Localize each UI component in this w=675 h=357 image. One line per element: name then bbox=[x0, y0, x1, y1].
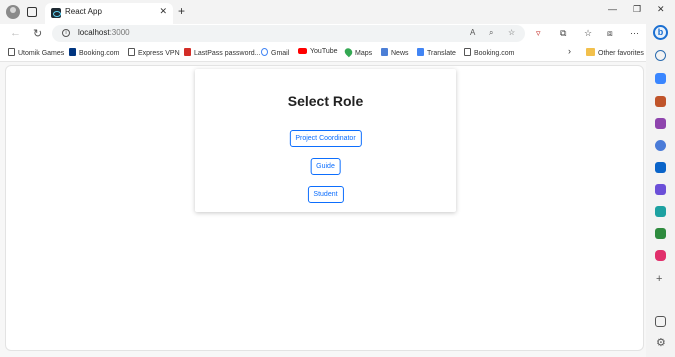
bookmark-item[interactable]: LastPass password... bbox=[184, 48, 261, 57]
tab-close-icon[interactable]: ✕ bbox=[159, 6, 167, 17]
bookmark-item[interactable]: Booking.com bbox=[464, 48, 514, 57]
back-icon[interactable]: ← bbox=[10, 27, 21, 39]
toolbar: ← ↻ i localhost:3000 A ⌕ ☆ ▿ ⧉ ☆ ⧈ ⋯ bbox=[0, 24, 675, 44]
page-viewport: Select Role Project Coordinator Guide St… bbox=[5, 65, 644, 351]
restore-button[interactable]: ❐ bbox=[633, 4, 641, 15]
role-button-student[interactable]: Student bbox=[307, 186, 344, 203]
youtube-icon bbox=[298, 48, 307, 54]
search-icon[interactable] bbox=[655, 50, 666, 61]
designer-icon[interactable] bbox=[655, 184, 666, 195]
site-info-icon[interactable]: i bbox=[62, 29, 70, 37]
bookmark-item[interactable]: Booking.com bbox=[69, 48, 119, 57]
outlook-icon[interactable] bbox=[655, 162, 666, 173]
copilot-icon[interactable]: b bbox=[653, 25, 668, 40]
tab-bar: React App ✕ + — ❐ ✕ bbox=[0, 0, 675, 24]
address-bar[interactable]: i localhost:3000 A ⌕ ☆ bbox=[52, 25, 525, 42]
lastpass-icon bbox=[184, 48, 191, 56]
favorites-icon[interactable]: ☆ bbox=[584, 28, 592, 39]
instagram-icon[interactable] bbox=[655, 250, 666, 261]
microsoft-365-icon[interactable] bbox=[655, 140, 666, 151]
zoom-icon[interactable]: ⌕ bbox=[489, 28, 493, 38]
folder-icon bbox=[586, 48, 595, 56]
news-icon bbox=[381, 48, 388, 56]
tab-actions-icon[interactable] bbox=[27, 7, 37, 17]
sidebar-toggle-icon[interactable] bbox=[655, 316, 666, 327]
games-icon[interactable] bbox=[655, 118, 666, 129]
page-icon bbox=[8, 48, 15, 56]
tab-title: React App bbox=[65, 7, 102, 16]
bookmarks-bar: Utomik Games Booking.com Express VPN Las… bbox=[0, 44, 675, 62]
maps-icon bbox=[343, 46, 354, 58]
bookmark-item[interactable]: Utomik Games bbox=[8, 48, 64, 57]
bookmark-item[interactable]: Maps bbox=[343, 46, 372, 58]
chevron-right-icon[interactable]: › bbox=[568, 46, 571, 56]
toolbox-icon[interactable] bbox=[655, 96, 666, 107]
edge-sidebar: b + ⚙ bbox=[646, 24, 675, 357]
collections-icon[interactable]: ⧈ bbox=[607, 28, 613, 39]
close-window-button[interactable]: ✕ bbox=[657, 4, 665, 15]
profile-icon[interactable] bbox=[6, 5, 20, 19]
active-tab[interactable]: React App ✕ bbox=[45, 3, 173, 24]
role-button-guide[interactable]: Guide bbox=[310, 158, 341, 175]
extension-icon[interactable]: ▿ bbox=[536, 28, 541, 39]
favorite-star-icon[interactable]: ☆ bbox=[508, 28, 515, 37]
more-menu-icon[interactable]: ⋯ bbox=[630, 28, 639, 39]
new-tab-button[interactable]: + bbox=[178, 4, 185, 18]
page-icon bbox=[464, 48, 471, 56]
role-card: Select Role Project Coordinator Guide St… bbox=[195, 69, 456, 212]
booking-icon bbox=[69, 48, 76, 56]
add-icon[interactable]: + bbox=[656, 273, 662, 285]
bookmark-item[interactable]: Express VPN bbox=[128, 48, 180, 57]
url-text[interactable]: localhost:3000 bbox=[78, 28, 130, 37]
bookmark-item[interactable]: News bbox=[381, 48, 409, 57]
extensions-puzzle-icon[interactable]: ⧉ bbox=[560, 28, 566, 39]
role-button-project-coordinator[interactable]: Project Coordinator bbox=[289, 130, 362, 147]
other-favorites[interactable]: Other favorites bbox=[586, 48, 644, 57]
bookmark-item[interactable]: Translate bbox=[417, 48, 456, 57]
bookmark-item[interactable]: YouTube bbox=[298, 48, 338, 55]
tree-icon[interactable] bbox=[655, 228, 666, 239]
refresh-icon[interactable]: ↻ bbox=[33, 27, 42, 40]
shopping-icon[interactable] bbox=[655, 206, 666, 217]
tag-icon[interactable] bbox=[655, 73, 666, 84]
page-icon bbox=[128, 48, 135, 56]
read-aloud-icon[interactable]: A bbox=[470, 28, 475, 37]
bookmark-item[interactable]: Gmail bbox=[261, 48, 289, 57]
react-favicon-icon bbox=[51, 8, 61, 18]
settings-gear-icon[interactable]: ⚙ bbox=[656, 336, 666, 349]
google-icon bbox=[261, 48, 268, 56]
page-title: Select Role bbox=[287, 93, 364, 109]
translate-icon bbox=[417, 48, 424, 56]
minimize-button[interactable]: — bbox=[608, 4, 617, 14]
